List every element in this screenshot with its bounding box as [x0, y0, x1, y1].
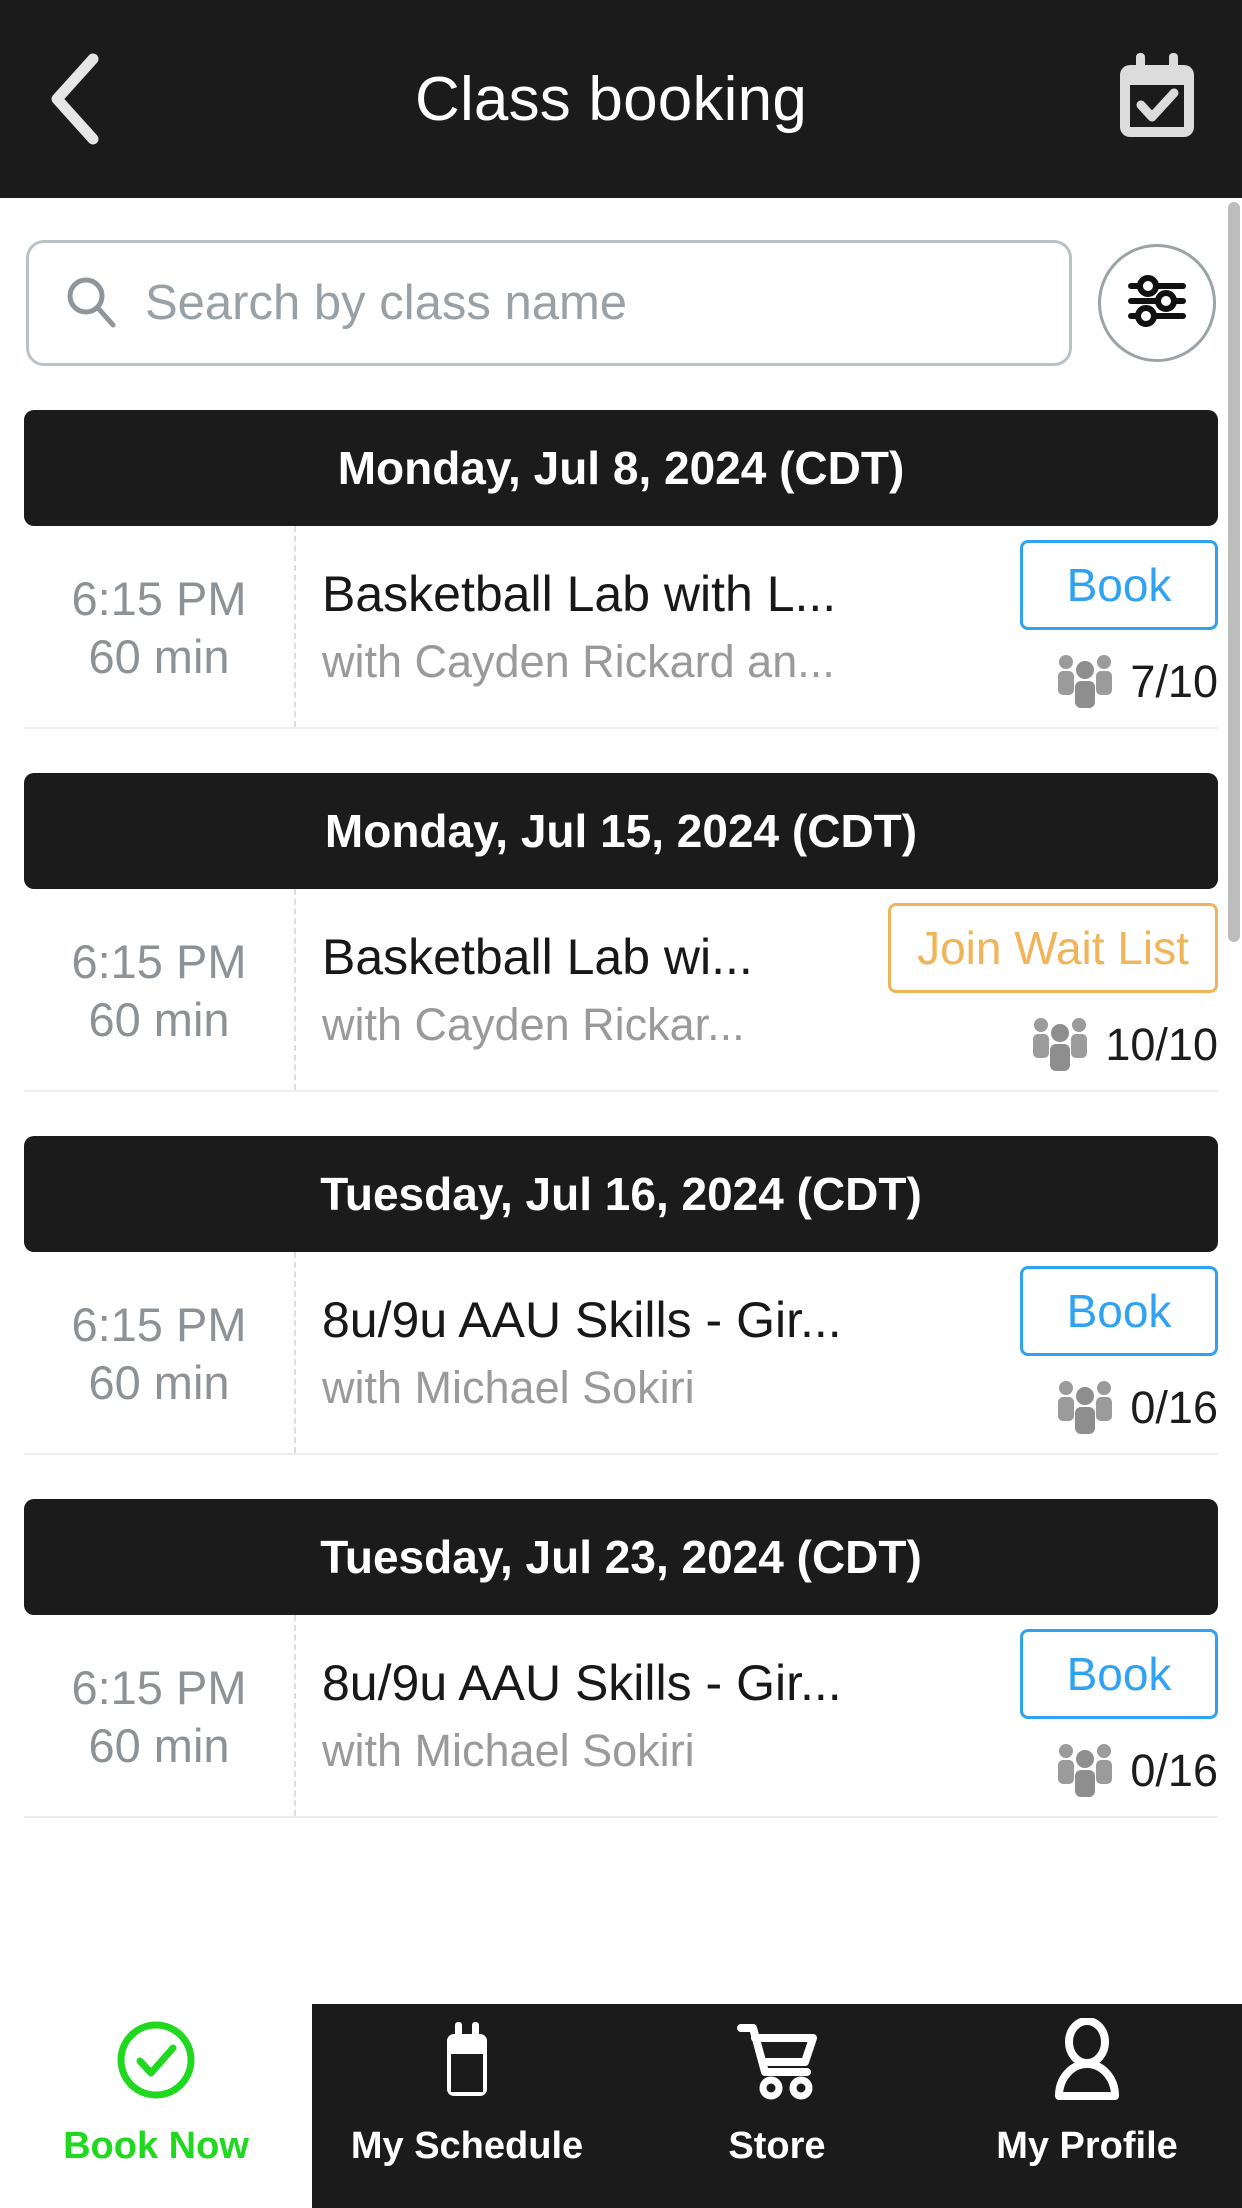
tab-label-my-schedule: My Schedule [350, 2125, 584, 2167]
date-section-header: Monday, Jul 15, 2024 (CDT) [24, 773, 1218, 889]
tab-label-store: Store [728, 2125, 826, 2167]
date-sections: Monday, Jul 8, 2024 (CDT) 6:15 PM 60 min Ba… [0, 410, 1242, 1818]
class-action-column: Book 0/16 [982, 1252, 1218, 1453]
people-group-icon [1054, 1376, 1116, 1439]
class-info-column: Basketball Lab with L... with Cayden Rick… [296, 526, 982, 727]
class-capacity: 7/10 [1054, 650, 1218, 713]
class-row[interactable]: 6:15 PM 60 min 8u/9u AAU Skills - Gir... wi… [24, 1615, 1218, 1818]
class-action-column: Book 7/10 [982, 526, 1218, 727]
class-row[interactable]: 6:15 PM 60 min Basketball Lab with L... wit… [24, 526, 1218, 729]
capacity-count: 7/10 [1130, 655, 1218, 707]
class-name: Basketball Lab wi... [322, 929, 753, 986]
person-icon [1047, 2017, 1127, 2107]
class-time-column: 6:15 PM 60 min [24, 1252, 296, 1453]
search-icon [63, 273, 119, 334]
action-button-label: Book [1066, 559, 1172, 611]
sliders-filter-icon [1126, 273, 1188, 334]
class-action-column: Join Wait List 10/10 [888, 889, 1218, 1090]
people-group-icon [1054, 650, 1116, 713]
tab-group-dark: My Schedule Store My Profile [312, 2004, 1242, 2208]
book-button[interactable]: Book [1020, 540, 1218, 630]
class-instructor: with Michael Sokiri [322, 1362, 695, 1414]
class-capacity: 0/16 [1054, 1739, 1218, 1802]
scrollbar-thumb[interactable] [1228, 202, 1240, 942]
calendar-check-icon [1114, 51, 1200, 148]
app-header: Class booking [0, 0, 1242, 198]
action-button-label: Book [1066, 1285, 1172, 1337]
tab-my-schedule[interactable]: My Schedule [312, 2004, 622, 2208]
class-name: 8u/9u AAU Skills - Gir... [322, 1655, 842, 1712]
date-section-label: Monday, Jul 8, 2024 (CDT) [337, 442, 905, 494]
join-wait-list-button[interactable]: Join Wait List [888, 903, 1218, 993]
vertical-scrollbar[interactable] [1228, 198, 1242, 2004]
tab-label-my-profile: My Profile [996, 2125, 1178, 2167]
class-duration: 60 min [88, 992, 230, 1046]
class-start-time: 6:15 PM [71, 572, 247, 626]
class-info-column: Basketball Lab wi... with Cayden Rickar..… [296, 889, 888, 1090]
filter-button[interactable] [1098, 244, 1216, 362]
action-button-label: Join Wait List [917, 922, 1189, 974]
class-time-column: 6:15 PM 60 min [24, 1615, 296, 1816]
search-row: Search by class name [0, 198, 1242, 366]
calendar-icon [431, 2018, 503, 2107]
class-start-time: 6:15 PM [71, 935, 247, 989]
class-name: Basketball Lab with L... [322, 566, 837, 623]
class-action-column: Book 0/16 [982, 1615, 1218, 1816]
capacity-count: 0/16 [1130, 1744, 1218, 1796]
date-section-header: Monday, Jul 8, 2024 (CDT) [24, 410, 1218, 526]
tab-my-profile[interactable]: My Profile [932, 2004, 1242, 2208]
class-start-time: 6:15 PM [71, 1661, 247, 1715]
class-instructor: with Cayden Rickard an... [322, 636, 835, 688]
class-capacity: 0/16 [1054, 1376, 1218, 1439]
class-start-time: 6:15 PM [71, 1298, 247, 1352]
tab-book-now[interactable]: Book Now [0, 2004, 312, 2208]
class-duration: 60 min [88, 1718, 230, 1772]
date-section-header: Tuesday, Jul 16, 2024 (CDT) [24, 1136, 1218, 1252]
class-instructor: with Cayden Rickar... [322, 999, 745, 1051]
page-title: Class booking [414, 64, 808, 134]
search-input[interactable]: Search by class name [26, 240, 1072, 366]
chevron-left-icon [45, 51, 105, 147]
class-capacity: 10/10 [1029, 1013, 1218, 1076]
book-button[interactable]: Book [1020, 1266, 1218, 1356]
class-time-column: 6:15 PM 60 min [24, 526, 296, 727]
class-info-column: 8u/9u AAU Skills - Gir... with Michael So… [296, 1252, 982, 1453]
class-name: 8u/9u AAU Skills - Gir... [322, 1292, 842, 1349]
class-info-column: 8u/9u AAU Skills - Gir... with Michael So… [296, 1615, 982, 1816]
date-section-label: Tuesday, Jul 23, 2024 (CDT) [320, 1531, 922, 1583]
class-duration: 60 min [88, 1355, 230, 1409]
tab-store[interactable]: Store [622, 2004, 932, 2208]
class-row[interactable]: 6:15 PM 60 min 8u/9u AAU Skills - Gir... wi… [24, 1252, 1218, 1455]
bottom-tab-bar: Book Now My Schedule Store My Profile [0, 2004, 1242, 2208]
tab-label-book-now: Book Now [63, 2125, 249, 2167]
class-time-column: 6:15 PM 60 min [24, 889, 296, 1090]
people-group-icon [1054, 1739, 1116, 1802]
check-circle-icon [114, 2018, 198, 2107]
class-row[interactable]: 6:15 PM 60 min Basketball Lab wi... with Ca… [24, 889, 1218, 1092]
book-button[interactable]: Book [1020, 1629, 1218, 1719]
my-bookings-button[interactable] [1072, 0, 1242, 198]
date-section-label: Tuesday, Jul 16, 2024 (CDT) [320, 1168, 922, 1220]
back-button[interactable] [0, 0, 150, 198]
search-placeholder: Search by class name [145, 276, 628, 330]
capacity-count: 0/16 [1130, 1381, 1218, 1433]
people-group-icon [1029, 1013, 1091, 1076]
class-duration: 60 min [88, 629, 230, 683]
capacity-count: 10/10 [1105, 1018, 1218, 1070]
date-section-label: Monday, Jul 15, 2024 (CDT) [324, 805, 918, 857]
date-section-header: Tuesday, Jul 23, 2024 (CDT) [24, 1499, 1218, 1615]
class-booking-screen: Class booking Search by class name Monda… [0, 0, 1242, 2208]
action-button-label: Book [1066, 1648, 1172, 1700]
shopping-cart-icon [733, 2018, 821, 2107]
class-list-scroll-area[interactable]: Search by class name Monday, Jul 8, 2024… [0, 198, 1242, 2004]
class-instructor: with Michael Sokiri [322, 1725, 695, 1777]
